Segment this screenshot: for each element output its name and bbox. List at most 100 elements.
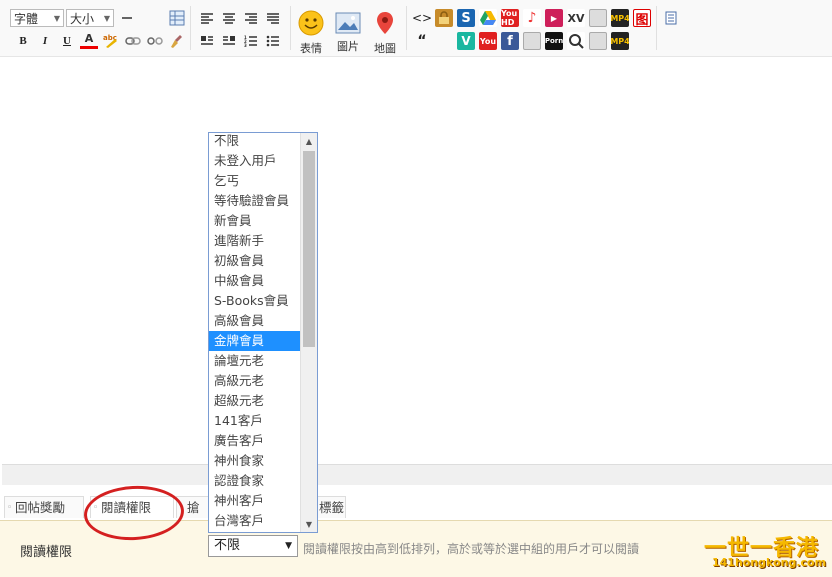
source-view-button[interactable] <box>662 9 680 27</box>
spellcheck-button[interactable]: abc <box>102 32 120 50</box>
dropdown-option[interactable]: S-Books會員 <box>209 291 301 311</box>
youtube-hd-icon[interactable]: You HD <box>501 9 519 27</box>
youtube-icon[interactable]: You <box>479 32 497 50</box>
dropdown-option[interactable]: 初級會員 <box>209 251 301 271</box>
dropdown-option[interactable]: 中級會員 <box>209 271 301 291</box>
porn-hub-icon[interactable]: Porn <box>545 32 563 50</box>
horizontal-rule-icon <box>122 17 132 19</box>
dropdown-option[interactable]: 台灣客戶 <box>209 511 301 531</box>
document-icon <box>665 11 677 25</box>
emoji-button[interactable]: 表情 <box>296 10 326 56</box>
map-button[interactable]: 地圖 <box>370 10 400 56</box>
dropdown-options: 不限 未登入用戶 乞丐 等待驗證會員 新會員 進階新手 初級會員 中級會員 S-Books會員高… <box>209 133 301 531</box>
dropdown-option[interactable]: 論壇元老 <box>209 351 301 371</box>
s-books-icon[interactable]: S <box>457 9 475 27</box>
toolbar-separator <box>290 6 291 50</box>
clear-format-button[interactable] <box>168 32 186 50</box>
xv-video-icon[interactable]: XV <box>567 9 585 27</box>
font-family-label: 字體 <box>14 12 39 26</box>
chevron-down-icon: ▼ <box>103 14 110 23</box>
highlight-pen-icon: abc <box>103 34 117 48</box>
image-button[interactable]: 圖片 <box>332 12 364 54</box>
table-button[interactable] <box>168 9 186 27</box>
vine-icon[interactable]: V <box>457 32 475 50</box>
scroll-up-arrow-icon[interactable]: ▲ <box>301 133 317 149</box>
horizontal-rule-button[interactable] <box>118 9 136 27</box>
dropdown-option[interactable]: 不限 <box>209 133 301 151</box>
dropdown-option[interactable]: 金牌會員 <box>209 331 301 351</box>
site-logo-watermark: 一世一香港 141hongkong.com <box>704 530 830 574</box>
dropdown-option[interactable]: 新會員 <box>209 211 301 231</box>
svg-text:3: 3 <box>244 43 247 47</box>
facebook-icon[interactable]: f <box>501 32 519 50</box>
align-justify-button[interactable] <box>264 9 282 27</box>
unordered-list-button[interactable] <box>264 32 282 50</box>
permission-dropdown-list[interactable]: 不限 未登入用戶 乞丐 等待驗證會員 新會員 進階新手 初級會員 中級會員 S-Books會員高… <box>208 132 318 533</box>
red-image-icon[interactable]: 图 <box>633 9 651 27</box>
float-right-button[interactable] <box>220 32 238 50</box>
permission-selected-value: 不限 <box>214 538 241 553</box>
image-label: 圖片 <box>337 40 359 53</box>
align-center-icon <box>223 13 235 24</box>
dropdown-option[interactable]: 超級元老 <box>209 391 301 411</box>
permission-label: 閱讀權限 <box>20 545 73 560</box>
link-button[interactable] <box>124 32 142 50</box>
broom-icon <box>171 35 182 48</box>
dropdown-option[interactable]: 乞丐 <box>209 171 301 191</box>
dropdown-scrollbar[interactable]: ▲ ▼ <box>300 133 317 532</box>
google-drive-icon[interactable] <box>479 9 497 27</box>
dropdown-option[interactable]: 高級元老 <box>209 371 301 391</box>
magnifier-icon[interactable] <box>567 32 585 50</box>
underline-button[interactable]: U <box>58 32 76 50</box>
font-size-select[interactable]: 大小 ▼ <box>66 9 114 27</box>
dropdown-option[interactable]: 高級會員 <box>209 311 301 331</box>
tab-reply-reward[interactable]: ◦ 回帖獎勵 <box>4 496 84 518</box>
broken-image-icon[interactable] <box>589 9 607 27</box>
dropdown-option[interactable]: 141客戶 <box>209 411 301 431</box>
float-left-button[interactable] <box>198 32 216 50</box>
music-note-icon[interactable]: ♪ <box>523 9 541 27</box>
bold-button[interactable]: B <box>14 32 32 50</box>
dropdown-option[interactable]: 神州客戶 <box>209 491 301 511</box>
ordered-list-icon: 123 <box>244 35 257 47</box>
italic-button[interactable]: I <box>36 32 54 50</box>
scrollbar-thumb[interactable] <box>303 151 315 347</box>
scroll-down-arrow-icon[interactable]: ▼ <box>301 516 317 532</box>
lock-icon[interactable] <box>435 9 453 27</box>
toolbar-separator <box>406 6 407 50</box>
map-label: 地圖 <box>374 42 396 55</box>
dropdown-option[interactable]: 等待驗證會員 <box>209 191 301 211</box>
editor-area[interactable] <box>2 57 832 464</box>
align-center-button[interactable] <box>220 9 238 27</box>
quote-button[interactable]: “ <box>413 32 431 50</box>
permission-select[interactable]: 不限 ▼ <box>208 535 298 557</box>
bold-icon: B <box>19 35 27 47</box>
ordered-list-button[interactable]: 123 <box>242 32 260 50</box>
align-left-button[interactable] <box>198 9 216 27</box>
tube-video-icon[interactable]: ▶ <box>545 9 563 27</box>
font-family-select[interactable]: 字體 ▼ <box>10 9 64 27</box>
dropdown-option[interactable]: 廣告客戶 <box>209 431 301 451</box>
mp4-icon[interactable]: MP4 <box>611 32 629 50</box>
editor-resize-bar[interactable] <box>2 464 832 485</box>
font-color-icon: A <box>84 32 94 45</box>
float-right-icon <box>223 36 235 45</box>
align-justify-icon <box>267 13 279 24</box>
table-icon <box>169 10 185 26</box>
font-color-button[interactable]: A <box>80 31 98 49</box>
code-button[interactable]: <> <box>412 9 432 27</box>
logo-sub-text: 141hongkong.com <box>712 556 827 569</box>
link-icon <box>125 37 141 45</box>
toolbar-separator <box>190 6 191 50</box>
broken-image-icon[interactable] <box>523 32 541 50</box>
broken-image-icon[interactable] <box>589 32 607 50</box>
mp4-icon[interactable]: MP4 <box>611 9 629 27</box>
align-right-button[interactable] <box>242 9 260 27</box>
dropdown-option[interactable]: 神州食家 <box>209 451 301 471</box>
chevron-down-icon: ▼ <box>285 541 292 551</box>
unordered-list-icon <box>266 35 279 47</box>
dropdown-option[interactable]: 進階新手 <box>209 231 301 251</box>
dropdown-option[interactable]: 認證食家 <box>209 471 301 491</box>
unlink-button[interactable] <box>146 32 164 50</box>
dropdown-option[interactable]: 未登入用戶 <box>209 151 301 171</box>
